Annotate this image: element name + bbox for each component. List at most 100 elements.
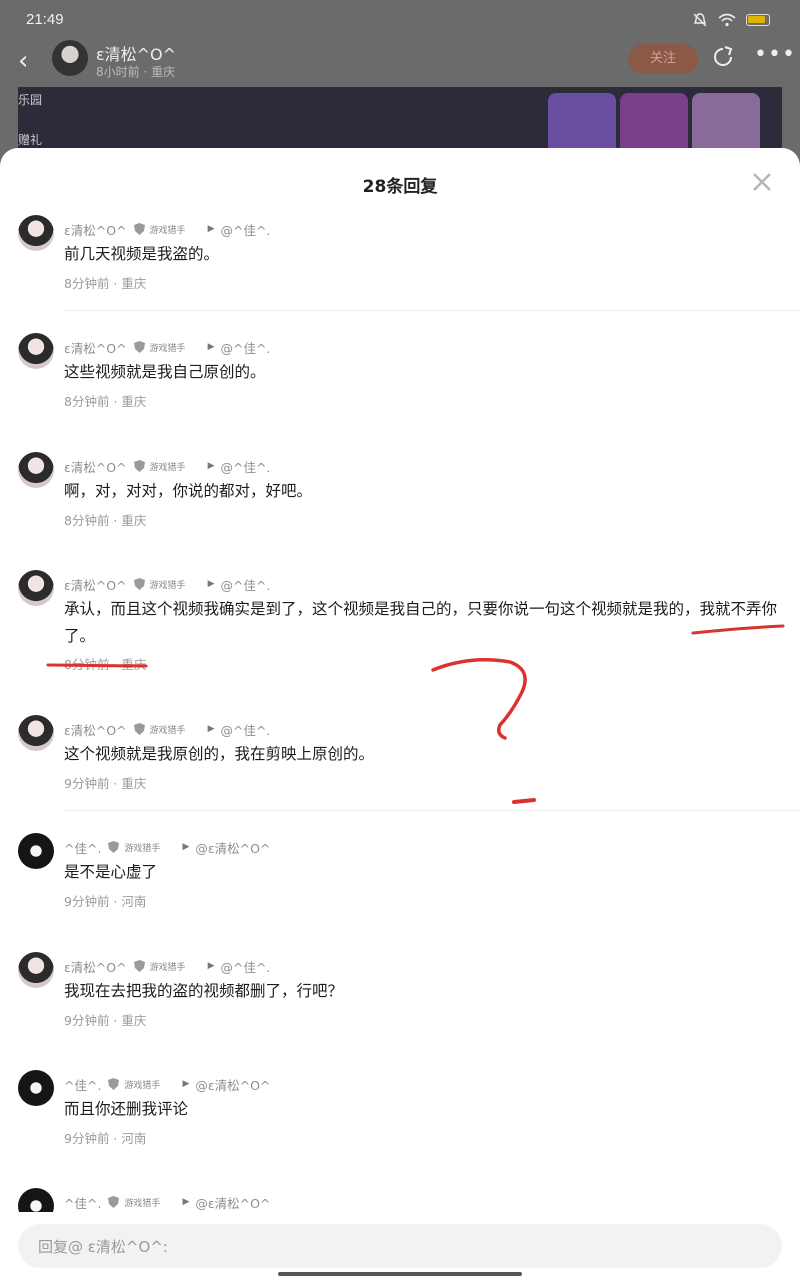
- avatar[interactable]: [18, 833, 54, 869]
- reply-target[interactable]: @^佳^.: [220, 720, 270, 739]
- comment-author[interactable]: ε清松^O^: [64, 575, 127, 594]
- badge-text: 游戏猎手: [149, 725, 186, 736]
- badge: 游戏猎手: [133, 340, 186, 354]
- reply-target[interactable]: @^佳^.: [220, 957, 270, 976]
- reply-arrow-icon: ▶: [182, 1079, 190, 1089]
- comment-author[interactable]: ε清松^O^: [64, 338, 127, 357]
- badge-shield-icon: [133, 223, 145, 235]
- badge-shield-icon: [133, 578, 145, 590]
- reply-arrow-icon: ▶: [207, 579, 215, 589]
- comment-author[interactable]: ^佳^.: [64, 1193, 101, 1212]
- badge: 游戏猎手: [133, 222, 186, 236]
- badge: 游戏猎手: [133, 959, 186, 973]
- comment-text: 是不是心虚了: [64, 863, 158, 881]
- sheet-title: 28条回复: [362, 177, 438, 197]
- comment-header: ε清松^O^ 游戏猎手 ▶ @^佳^.: [64, 457, 270, 475]
- author-avatar[interactable]: [52, 40, 88, 76]
- divider: [64, 810, 800, 811]
- comment-author[interactable]: ε清松^O^: [64, 957, 127, 976]
- comment-author[interactable]: ε清松^O^: [64, 457, 127, 476]
- reply-arrow-icon: ▶: [182, 1197, 190, 1207]
- reply-placeholder: 回复@ ε清松^O^:: [38, 1238, 168, 1256]
- avatar[interactable]: [18, 952, 54, 988]
- badge-text: 游戏猎手: [149, 462, 186, 473]
- comment-meta: 9分钟前 · 重庆: [64, 1013, 147, 1028]
- reply-target[interactable]: @ε清松^O^: [195, 1193, 270, 1212]
- comment-header: ε清松^O^ 游戏猎手 ▶ @^佳^.: [64, 220, 270, 238]
- badge-text: 游戏猎手: [149, 225, 186, 236]
- reply-target[interactable]: @ε清松^O^: [195, 1075, 270, 1094]
- badge-text: 游戏猎手: [149, 343, 186, 354]
- badge-shield-icon: [133, 460, 145, 472]
- comment-header: ^佳^. 游戏猎手 ▶ @ε清松^O^: [64, 1193, 270, 1211]
- badge-text: 游戏猎手: [149, 580, 186, 591]
- comment-author[interactable]: ε清松^O^: [64, 720, 127, 739]
- reply-arrow-icon: ▶: [207, 461, 215, 471]
- reply-arrow-icon: ▶: [182, 842, 190, 852]
- comment-meta: 9分钟前 · 重庆: [64, 776, 147, 791]
- badge-shield-icon: [133, 960, 145, 972]
- more-icon[interactable]: •••: [754, 42, 796, 67]
- badge: 游戏猎手: [133, 577, 186, 591]
- reply-target[interactable]: @ε清松^O^: [195, 838, 270, 857]
- avatar[interactable]: [18, 215, 54, 251]
- reply-arrow-icon: ▶: [207, 724, 215, 734]
- mute-bell-icon: [693, 13, 707, 27]
- background-header: ‹ ε清松^O^ 8小时前 · 重庆 关注 •••: [0, 40, 800, 86]
- comment-text: 承认，而且这个视频我确实是到了，这个视频是我自己的，只要你说一句这个视频就是我的…: [64, 600, 778, 645]
- back-arrow-icon[interactable]: ‹: [18, 46, 28, 76]
- reply-target[interactable]: @^佳^.: [220, 457, 270, 476]
- reply-target[interactable]: @^佳^.: [220, 220, 270, 239]
- badge-text: 游戏猎手: [124, 843, 161, 854]
- reply-target[interactable]: @^佳^.: [220, 575, 270, 594]
- comment-meta: 8分钟前 · 重庆: [64, 276, 147, 291]
- badge-shield-icon: [133, 341, 145, 353]
- comment-header: ^佳^. 游戏猎手 ▶ @ε清松^O^: [64, 838, 270, 856]
- comment-text: 我现在去把我的盗的视频都删了，行吧？: [64, 982, 344, 1000]
- close-icon[interactable]: [748, 168, 776, 196]
- avatar[interactable]: [18, 333, 54, 369]
- status-icons: [692, 12, 770, 28]
- status-time: 21:49: [26, 11, 64, 28]
- badge-text: 游戏猎手: [124, 1080, 161, 1091]
- avatar[interactable]: [18, 570, 54, 606]
- badge: 游戏猎手: [133, 459, 186, 473]
- battery-icon: [746, 14, 770, 26]
- badge: 游戏猎手: [107, 1195, 160, 1209]
- badge-shield-icon: [108, 1196, 120, 1208]
- follow-button[interactable]: 关注: [628, 44, 698, 74]
- avatar[interactable]: [18, 715, 54, 751]
- comment-text: 这些视频就是我自己原创的。: [64, 363, 266, 381]
- badge-shield-icon: [133, 723, 145, 735]
- home-indicator[interactable]: [278, 1272, 522, 1276]
- comment-meta: 8分钟前 · 重庆: [64, 394, 147, 409]
- comment-meta: 9分钟前 · 河南: [64, 894, 147, 909]
- avatar[interactable]: [18, 1188, 54, 1212]
- avatar[interactable]: [18, 1070, 54, 1106]
- background-banner: 乐园 赠礼: [18, 87, 782, 157]
- share-icon[interactable]: [710, 44, 736, 70]
- avatar[interactable]: [18, 452, 54, 488]
- comment-text: 前几天视频是我盗的。: [64, 245, 220, 263]
- badge-shield-icon: [108, 1078, 120, 1090]
- divider: [64, 310, 800, 311]
- reply-arrow-icon: ▶: [207, 961, 215, 971]
- status-bar: 21:49: [0, 0, 800, 40]
- reply-target[interactable]: @^佳^.: [220, 338, 270, 357]
- comment-meta: 9分钟前 · 河南: [64, 1131, 147, 1146]
- comment-author[interactable]: ^佳^.: [64, 1075, 101, 1094]
- reply-arrow-icon: ▶: [207, 342, 215, 352]
- badge-text: 游戏猎手: [124, 1198, 161, 1209]
- comment-text: 啊，对，对对，你说的都对，好吧。: [64, 482, 313, 500]
- badge: 游戏猎手: [107, 840, 160, 854]
- banner-label: 赠礼: [18, 133, 43, 147]
- comment-author[interactable]: ε清松^O^: [64, 220, 127, 239]
- wifi-icon: [718, 13, 736, 27]
- comment-author[interactable]: ^佳^.: [64, 838, 101, 857]
- reply-input[interactable]: 回复@ ε清松^O^:: [18, 1224, 782, 1268]
- comment-header: ^佳^. 游戏猎手 ▶ @ε清松^O^: [64, 1075, 270, 1093]
- badge-text: 游戏猎手: [149, 962, 186, 973]
- comment-header: ε清松^O^ 游戏猎手 ▶ @^佳^.: [64, 575, 270, 593]
- comment-header: ε清松^O^ 游戏猎手 ▶ @^佳^.: [64, 957, 270, 975]
- author-name: ε清松^O^: [96, 45, 177, 64]
